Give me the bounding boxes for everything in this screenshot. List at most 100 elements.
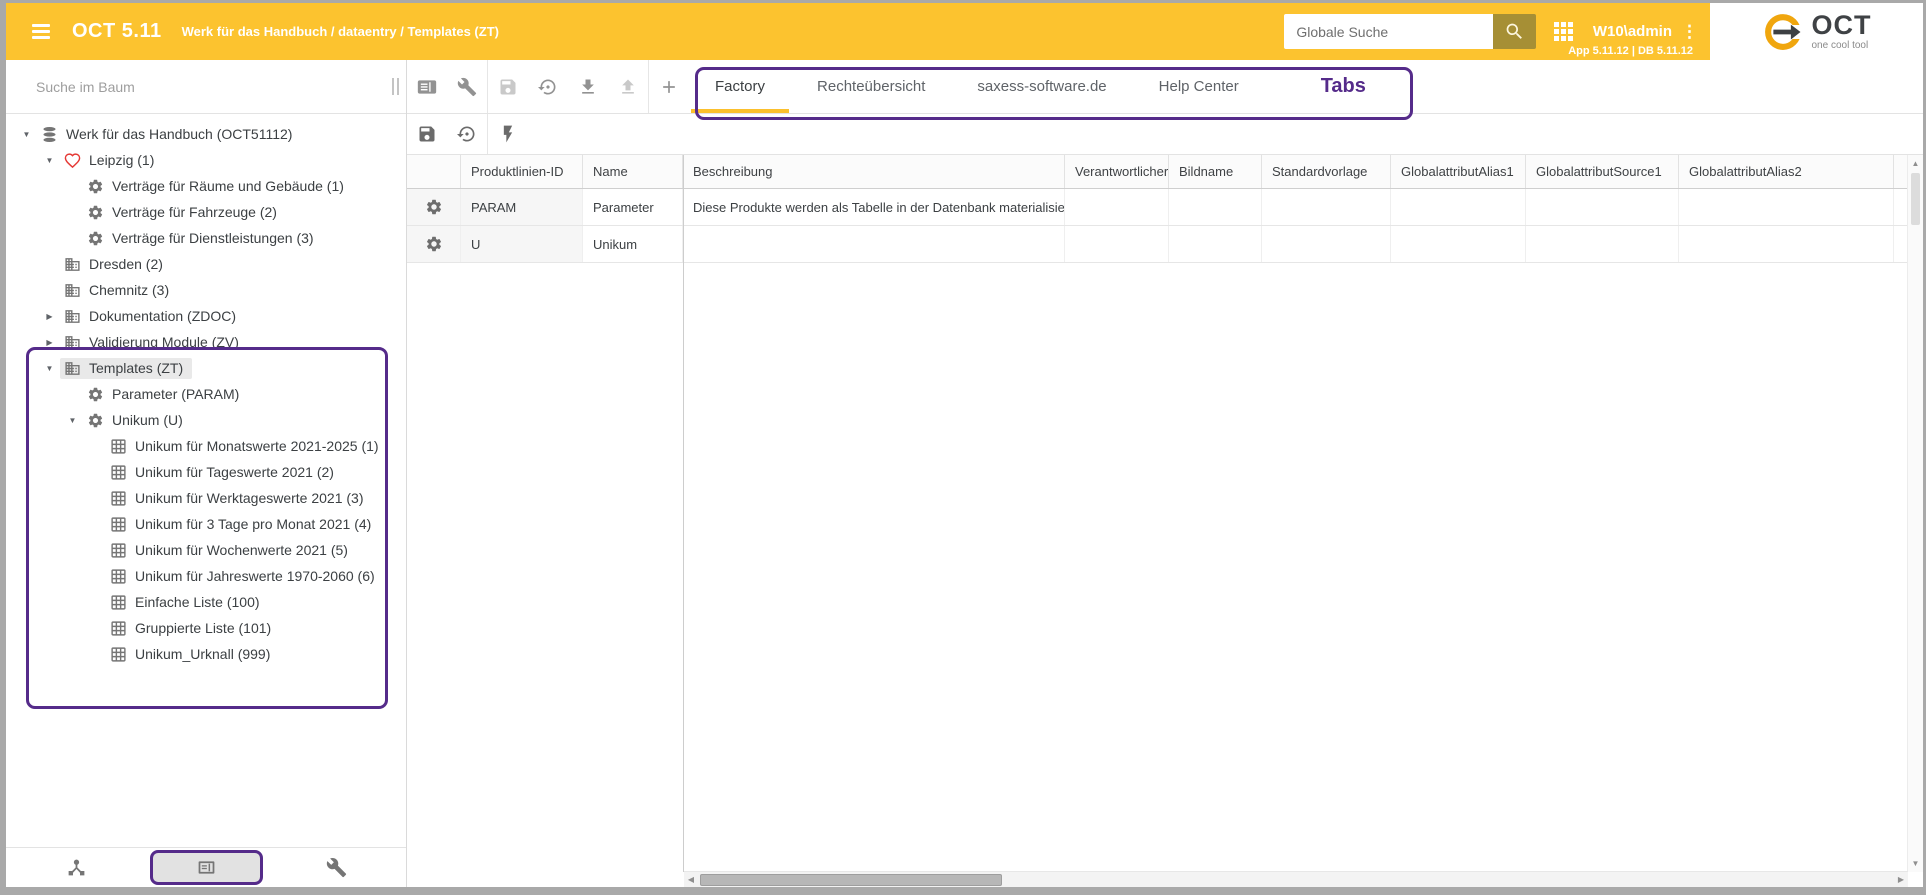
scroll-right-arrow-icon[interactable]: ▶ — [1894, 872, 1908, 887]
column-header[interactable]: Bildname — [1169, 155, 1262, 188]
tree-item[interactable]: Verträge für Dienstleistungen (3) — [6, 225, 406, 251]
user-menu[interactable]: W10\admin ⋮ — [1593, 23, 1710, 40]
column-header[interactable]: Standardvorlage — [1262, 155, 1391, 188]
column-header[interactable]: Produktlinien-ID — [461, 155, 583, 188]
scroll-up-arrow-icon[interactable]: ▲ — [1908, 159, 1923, 168]
main-download-button[interactable] — [568, 60, 608, 113]
column-header[interactable]: Name — [583, 155, 683, 188]
column-header[interactable]: GlobalattributSource1 — [1526, 155, 1679, 188]
global-search-input[interactable] — [1284, 14, 1493, 49]
tree-item-label: Unikum für Monatswerte 2021-2025 (1) — [135, 438, 379, 454]
tree-item-label: Unikum für Wochenwerte 2021 (5) — [135, 542, 348, 558]
search-button[interactable] — [1493, 14, 1536, 49]
tree-item[interactable]: Dresden (2) — [6, 251, 406, 277]
oct-logo-icon — [1762, 11, 1804, 53]
tree-item[interactable]: ▼Unikum (U) — [6, 407, 406, 433]
main-restore-button[interactable] — [528, 60, 568, 113]
tab-help-center[interactable]: Help Center — [1133, 60, 1265, 113]
tree-item[interactable]: Chemnitz (3) — [6, 277, 406, 303]
main-add-button[interactable] — [649, 60, 689, 113]
column-header-actions[interactable] — [407, 155, 461, 188]
column-header[interactable]: GlobalattributAlias1 — [1391, 155, 1526, 188]
tree-item[interactable]: ▶ Dokumentation (ZDOC) — [6, 303, 406, 329]
tree-item[interactable]: Unikum_Urknall (999) — [6, 641, 406, 667]
kebab-menu-icon[interactable]: ⋮ — [1681, 23, 1698, 40]
app-header: OCT 5.11 Werk für das Handbuch / dataent… — [6, 3, 1923, 60]
caret-right-icon[interactable]: ▶ — [39, 312, 60, 321]
tree-item-label: Leipzig (1) — [89, 152, 154, 168]
grid-icon — [108, 516, 128, 533]
tree-item[interactable]: Unikum für Monatswerte 2021-2025 (1) — [6, 433, 406, 459]
tree-item[interactable]: Verträge für Fahrzeuge (2) — [6, 199, 406, 225]
grid-icon — [108, 620, 128, 637]
table-row[interactable]: UUnikum — [407, 226, 1923, 263]
tree-item[interactable]: Verträge für Räume und Gebäude (1) — [6, 173, 406, 199]
tree-item[interactable]: ▼ Leipzig (1) — [6, 147, 406, 173]
grid-icon — [108, 490, 128, 507]
tree-item[interactable]: ▼Werk für das Handbuch (OCT51112) — [6, 121, 406, 147]
caret-down-icon[interactable]: ▼ — [39, 364, 60, 373]
column-header[interactable]: Beschreibung — [683, 155, 1065, 188]
sidebar-view-hierarchy-button[interactable] — [66, 857, 87, 878]
tab-saxess-software-de[interactable]: saxess-software.de — [951, 60, 1132, 113]
grid-save-button[interactable] — [407, 114, 447, 154]
restore-icon — [457, 124, 477, 144]
column-header[interactable]: GlobalattributAlias2 — [1679, 155, 1894, 188]
table-cell — [1065, 189, 1169, 225]
tree: ▼Werk für das Handbuch (OCT51112)▼Leipzi… — [6, 114, 406, 847]
main-card-view-button[interactable] — [407, 60, 447, 113]
tree-item-label: Unikum für Jahreswerte 1970-2060 (6) — [135, 568, 375, 584]
frozen-columns-divider — [683, 155, 684, 872]
tree-item[interactable]: ▶Validierung Module (ZV) — [6, 329, 406, 355]
tree-item[interactable]: Unikum für Tageswerte 2021 (2) — [6, 459, 406, 485]
caret-down-icon[interactable]: ▼ — [62, 416, 83, 425]
tree-item[interactable]: Unikum für Jahreswerte 1970-2060 (6) — [6, 563, 406, 589]
sidebar-view-wrench-button[interactable] — [326, 857, 347, 878]
tree-item[interactable]: Gruppierte Liste (101) — [6, 615, 406, 641]
horizontal-scrollbar[interactable]: ◀ ▶ — [684, 871, 1908, 887]
sidebar-view-panel-button[interactable] — [196, 857, 217, 878]
horizontal-scroll-thumb[interactable] — [700, 874, 1002, 886]
vertical-scrollbar[interactable]: ▲ ▼ — [1907, 155, 1923, 872]
tree-item-label: Unikum für Werktageswerte 2021 (3) — [135, 490, 364, 506]
tree-item[interactable]: ▼Templates (ZT) — [6, 355, 406, 381]
row-gear-icon[interactable] — [407, 226, 461, 262]
table-cell: Unikum — [583, 226, 683, 262]
scroll-left-arrow-icon[interactable]: ◀ — [684, 872, 698, 887]
tree-item[interactable]: Unikum für Wochenwerte 2021 (5) — [6, 537, 406, 563]
building-icon — [62, 308, 82, 325]
column-header[interactable]: Verantwortlicher — [1065, 155, 1169, 188]
table-cell — [1065, 226, 1169, 262]
caret-right-icon[interactable]: ▶ — [39, 338, 60, 347]
tab-factory[interactable]: Factory — [689, 60, 791, 113]
scroll-down-arrow-icon[interactable]: ▼ — [1908, 859, 1923, 868]
tree-item[interactable]: Parameter (PARAM) — [6, 381, 406, 407]
grid-restore-button[interactable] — [447, 114, 487, 154]
tree-search-input[interactable] — [6, 78, 368, 96]
building-icon — [62, 334, 82, 351]
tree-item-label: Verträge für Fahrzeuge (2) — [112, 204, 277, 220]
row-gear-icon[interactable] — [407, 189, 461, 225]
grid-flash-button[interactable] — [488, 114, 528, 154]
tree-item[interactable]: Unikum für Werktageswerte 2021 (3) — [6, 485, 406, 511]
tree-item[interactable]: Einfache Liste (100) — [6, 589, 406, 615]
main-toolbar: FactoryRechteübersichtsaxess-software.de… — [407, 60, 1923, 114]
tree-item-label: Unikum für 3 Tage pro Monat 2021 (4) — [135, 516, 371, 532]
table-cell — [1169, 226, 1262, 262]
caret-down-icon[interactable]: ▼ — [39, 156, 60, 165]
sidebar-resize-handle[interactable] — [392, 78, 399, 95]
tree-item-label: Dokumentation (ZDOC) — [89, 308, 236, 324]
tree-item-label: Parameter (PARAM) — [112, 386, 239, 402]
tree-search-row — [6, 60, 406, 114]
hamburger-menu-icon[interactable] — [32, 20, 50, 42]
vertical-scroll-thumb[interactable] — [1911, 173, 1920, 225]
table-row[interactable]: PARAMParameterDiese Produkte werden als … — [407, 189, 1923, 226]
grid-icon — [108, 594, 128, 611]
table-cell — [1526, 226, 1679, 262]
tab-rechte-bersicht[interactable]: Rechteübersicht — [791, 60, 951, 113]
apps-grid-icon[interactable] — [1554, 22, 1573, 41]
caret-down-icon[interactable]: ▼ — [16, 130, 37, 139]
main-wrench-button[interactable] — [447, 60, 487, 113]
table-cell: Parameter — [583, 189, 683, 225]
tree-item[interactable]: Unikum für 3 Tage pro Monat 2021 (4) — [6, 511, 406, 537]
